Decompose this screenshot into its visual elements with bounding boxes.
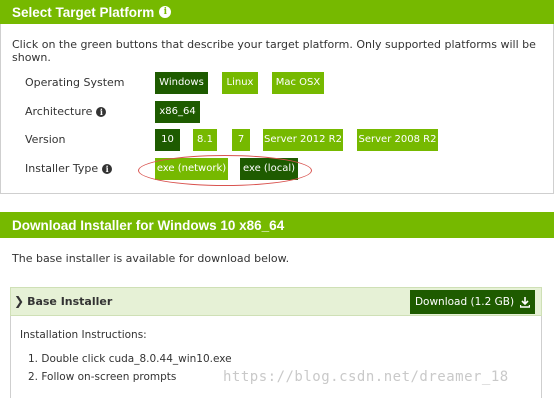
version-label: Version (25, 133, 66, 146)
instructions-box: Installation Instructions: 1. Double cli… (10, 316, 542, 398)
version-10-button[interactable]: 10 (155, 129, 180, 151)
base-installer-label: Base Installer (27, 295, 113, 308)
info-icon[interactable]: i (159, 6, 172, 18)
download-icon (520, 296, 531, 308)
version-7-button[interactable]: 7 (232, 129, 250, 151)
base-installer-toggle[interactable]: ❯ Base Installer (14, 288, 112, 315)
select-platform-description: Click on the green buttons that describe… (12, 38, 536, 64)
download-header: Download Installer for Windows 10 x86_64 (0, 212, 554, 238)
version-server-2008-button[interactable]: Server 2008 R2 (357, 129, 438, 151)
instructions-title: Installation Instructions: (20, 329, 147, 341)
info-icon[interactable]: i (102, 163, 113, 174)
installer-exe-network-button[interactable]: exe (network) (155, 158, 228, 180)
download-button-label: Download (1.2 GB) (414, 296, 515, 308)
arch-x86-64-button[interactable]: x86_64 (155, 101, 200, 123)
instruction-step: 1. Double click cuda_8.0.44_win10.exe (28, 353, 232, 365)
version-8-1-button[interactable]: 8.1 (193, 129, 217, 151)
chevron-right-icon: ❯ (14, 294, 25, 308)
version-server-2012-button[interactable]: Server 2012 R2 (263, 129, 343, 151)
watermark: https://blog.csdn.net/dreamer_18 (223, 369, 509, 385)
download-description: The base installer is available for down… (12, 252, 290, 265)
base-installer-bar[interactable]: ❯ Base Installer Download (1.2 GB) (10, 287, 542, 316)
info-icon[interactable]: i (96, 106, 107, 117)
select-platform-title: Select Target Platform (12, 4, 155, 20)
download-button[interactable]: Download (1.2 GB) (410, 290, 535, 314)
download-title: Download Installer for Windows 10 x86_64 (12, 217, 285, 233)
os-mac-button[interactable]: Mac OSX (272, 72, 324, 94)
installer-type-label: Installer Type i (25, 162, 113, 175)
os-windows-button[interactable]: Windows (155, 72, 208, 94)
installer-exe-local-button[interactable]: exe (local) (240, 158, 298, 180)
os-label: Operating System (25, 76, 125, 89)
instruction-step: 2. Follow on-screen prompts (28, 371, 177, 383)
select-platform-header: Select Target Platform i (0, 0, 554, 24)
architecture-label: Architecture i (25, 105, 107, 118)
os-linux-button[interactable]: Linux (222, 72, 258, 94)
